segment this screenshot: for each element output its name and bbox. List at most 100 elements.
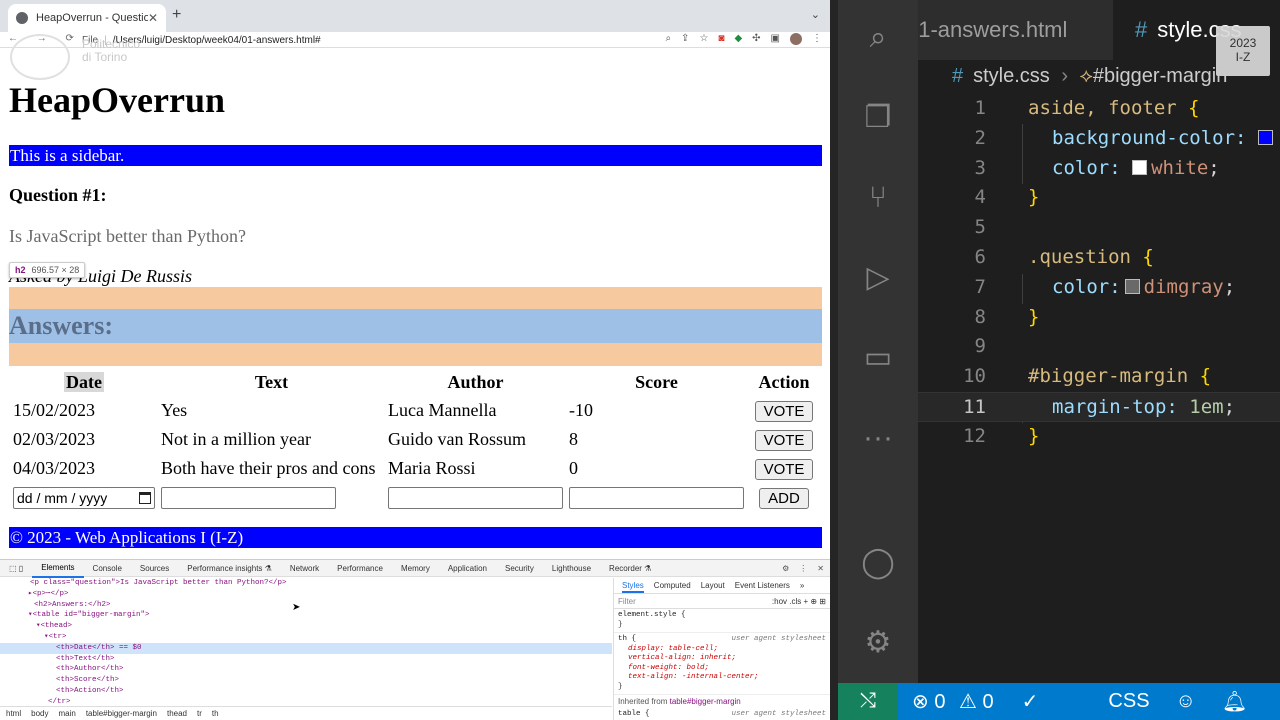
vote-button[interactable]: VOTE [754,429,814,451]
color-swatch[interactable] [1132,159,1148,175]
add-button[interactable]: ADD [759,487,809,509]
cell-action: VOTE [748,426,820,453]
shield-extension-icon[interactable]: ◆ [734,33,742,45]
calendar-icon[interactable] [139,491,151,504]
tab-styles[interactable]: Styles [622,578,644,593]
dom-line[interactable]: ▾<table id="bigger-margin"> [0,610,612,621]
search-icon[interactable]: ⌕ [858,18,898,58]
tab-search-chevron-icon[interactable]: ⌄ [811,8,820,21]
dom-line[interactable]: <th>Action</th> [0,686,612,697]
profile-avatar[interactable] [790,33,802,45]
close-tab-icon[interactable]: ✕ [148,11,158,25]
tab-computed[interactable]: Computed [654,578,691,593]
dom-line[interactable]: </tr> [0,697,612,706]
dom-line[interactable]: ▾<tr> [0,632,612,643]
kebab-icon[interactable]: ⋮ [799,564,807,573]
tab-answers-html[interactable]: 01-answers.html [918,0,1113,60]
crumb-html[interactable]: html [6,707,21,720]
date-placeholder: dd / mm / yyyy [17,489,108,506]
selector-symbol-icon: ⟡ [1079,65,1093,87]
inspect-icon[interactable]: ⬚ ▯ [0,560,32,577]
new-tab-button[interactable]: + [172,6,181,24]
share-icon[interactable]: ⇪ [681,33,689,45]
cell-action: VOTE [748,455,820,482]
run-debug-icon[interactable]: ▷ [858,258,898,298]
more-icon[interactable]: ··· [858,418,898,458]
remote-explorer-icon[interactable]: ▭ [858,338,898,378]
account-icon[interactable]: ◯ [858,543,898,583]
more-tabs-icon[interactable]: » [800,578,804,593]
tab-recorder[interactable]: Recorder ⚗ [600,560,660,577]
feedback-icon[interactable]: ☺ [1176,690,1196,713]
dom-line[interactable]: <p class="question">Is JavaScript better… [0,578,612,589]
browser-tab[interactable]: HeapOverrun - Question 1 ✕ [8,4,166,32]
date-input[interactable]: dd / mm / yyyy [13,486,155,509]
h2-margin-highlight-top [9,287,822,309]
dom-line[interactable]: ▾<thead> [0,621,612,632]
tab-application[interactable]: Application [439,560,496,577]
tooltip-dimensions: 696.57 × 28 [31,265,80,275]
menu-kebab-icon[interactable]: ⋮ [812,33,822,45]
code-line: 5 [974,216,986,239]
settings-gear-icon[interactable]: ⚙ [782,564,789,573]
th-text: Text [254,371,289,392]
sidepanel-icon[interactable]: ▣ [771,33,780,45]
devtools-panel: ⬚ ▯ Elements Console Sources Performance… [0,559,830,720]
dom-line-selected[interactable]: <th>Date</th> == $0 [0,642,612,654]
tab-performance[interactable]: Performance [328,560,392,577]
close-devtools-icon[interactable]: ✕ [817,564,824,573]
color-swatch[interactable] [1257,129,1273,145]
dom-line[interactable]: ▸<p>⋯</p> [0,589,612,600]
source-control-icon[interactable]: ⑂ [858,178,898,218]
crumb-main[interactable]: main [58,707,75,720]
rule-selector: table { [618,710,650,718]
check-icon[interactable]: ✓ [1022,689,1039,714]
tab-sources[interactable]: Sources [131,560,178,577]
dom-line[interactable]: <th>Score</th> [0,675,612,686]
tab-lighthouse[interactable]: Lighthouse [543,560,600,577]
page-title: HeapOverrun [9,80,225,120]
crumb-th[interactable]: th [212,707,219,720]
notifications-bell-icon[interactable]: 🔔︎ [1222,689,1247,714]
tab-performance-insights[interactable]: Performance insights ⚗ [178,560,281,577]
dom-line[interactable]: <th>Text</th> [0,654,612,665]
tab-layout[interactable]: Layout [701,578,725,593]
problems-indicator[interactable]: ⊗ 0 ⚠ 0 [912,689,994,714]
dom-line[interactable]: <h2>Answers:</h2> [0,600,612,611]
bookmark-star-icon[interactable]: ☆ [699,33,708,45]
author-input[interactable] [388,486,563,509]
pocket-extension-icon[interactable]: ◙ [718,33,724,45]
dom-line[interactable]: <th>Author</th> [0,664,612,675]
tab-elements[interactable]: Elements [32,559,84,578]
explorer-files-icon[interactable]: ❐ [858,98,898,138]
element-style-rule: element.style { } [614,609,830,633]
extensions-puzzle-icon[interactable]: ✣ [752,33,760,45]
crumb-thead[interactable]: thead [167,707,187,720]
tab-network[interactable]: Network [281,560,328,577]
breadcrumb-file[interactable]: style.css [973,65,1050,87]
code-editor[interactable]: 1 aside, footer { 2 background-color: 3 col… [918,94,1280,452]
tab-memory[interactable]: Memory [392,560,439,577]
language-mode[interactable]: CSS [1108,690,1149,713]
tab-console[interactable]: Console [84,560,131,577]
warning-count: 0 [982,691,994,713]
tab-event-listeners[interactable]: Event Listeners [735,578,790,593]
settings-gear-icon[interactable]: ⚙ [858,623,898,663]
styles-filter-input[interactable]: Filter [618,597,772,606]
breadcrumb-chevron-icon: › [1061,65,1069,87]
tab-security[interactable]: Security [496,560,543,577]
color-swatch[interactable] [1124,278,1140,294]
text-input[interactable] [161,486,336,509]
vote-button[interactable]: VOTE [754,400,814,422]
crumb-body[interactable]: body [31,707,48,720]
vote-button[interactable]: VOTE [754,458,814,480]
styles-filter-tools[interactable]: :hov .cls + ⊕ ⊞ [772,597,826,606]
inherited-source-link[interactable]: table#bigger-margin [670,697,741,706]
remote-indicator-icon[interactable]: ⤭ [838,683,898,720]
score-input[interactable] [569,486,744,509]
zoom-icon[interactable]: ⌕ [665,33,671,45]
crumb-table[interactable]: table#bigger-margin [86,707,157,720]
rule-prop: text-align: -internal-center; [628,673,759,681]
crumb-tr[interactable]: tr [197,707,202,720]
breadcrumb-symbol[interactable]: #bigger-margin [1093,65,1228,87]
